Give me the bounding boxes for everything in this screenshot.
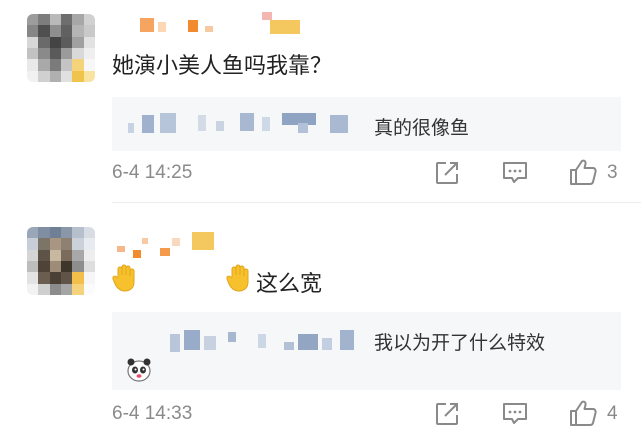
share-icon[interactable] — [434, 401, 460, 427]
comment-text: 她演小美人鱼吗我靠？ — [112, 53, 333, 78]
avatar[interactable] — [27, 227, 95, 295]
share-icon[interactable] — [434, 160, 460, 186]
raised-hand-emoji — [112, 264, 135, 292]
like-count: 3 — [607, 162, 618, 183]
reply-box[interactable]: 真的很像鱼 — [112, 97, 621, 151]
raised-hand-emoji — [226, 264, 249, 292]
timestamp: 6-4 14:25 — [112, 162, 193, 183]
comment-icon[interactable] — [501, 160, 529, 186]
divider — [112, 202, 641, 203]
thumbs-up-icon[interactable] — [568, 398, 598, 428]
avatar[interactable] — [27, 14, 95, 82]
comment-text: 这么宽 — [256, 271, 323, 296]
reply-box[interactable]: 我以为开了什么特效 — [112, 312, 621, 390]
reply-text: 真的很像鱼 — [374, 118, 470, 139]
thumbs-up-icon[interactable] — [568, 157, 598, 187]
like-count: 4 — [607, 403, 618, 424]
timestamp: 6-4 14:33 — [112, 403, 193, 424]
reply-text: 我以为开了什么特效 — [374, 333, 546, 354]
comment-icon[interactable] — [501, 401, 529, 427]
panda-emoji — [127, 358, 151, 382]
